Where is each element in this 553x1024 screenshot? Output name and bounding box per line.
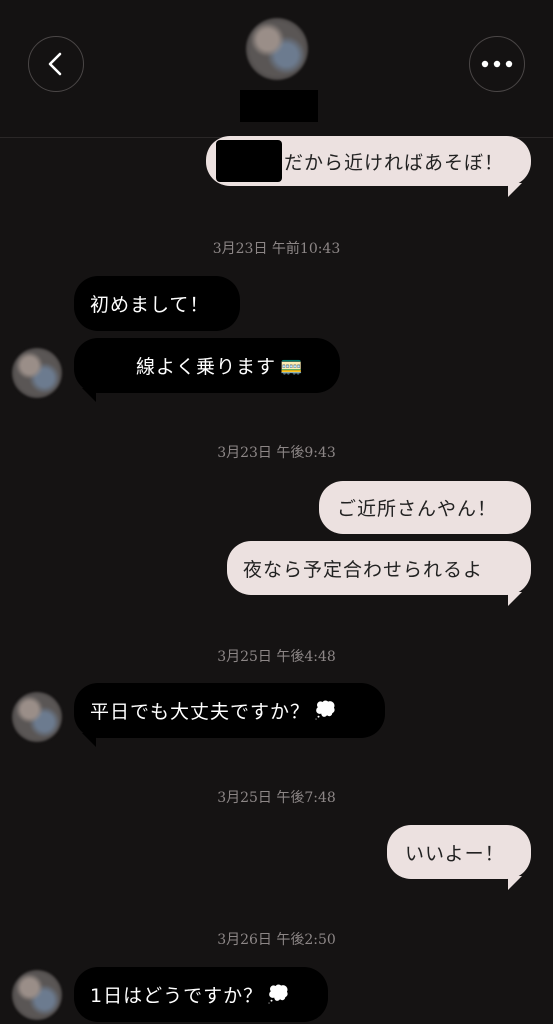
thought-bubble-icon: 💭	[267, 984, 291, 1005]
chat-header	[0, 0, 553, 138]
message-text: 夜なら予定合わせられるよ	[243, 558, 484, 581]
timestamp: 3月25日 午後7:48	[217, 790, 336, 806]
message-text: 平日でも大丈夫ですか？	[90, 701, 311, 723]
thought-bubble-icon: 💭	[314, 700, 338, 721]
outgoing-message[interactable]: だから近ければあそぼ！	[206, 136, 531, 186]
train-icon: 🚃	[280, 355, 304, 376]
incoming-message[interactable]: 平日でも大丈夫ですか？ 💭	[74, 683, 385, 738]
message-text: ご近所さんやん！	[337, 498, 498, 520]
message-text: 1日はどうですか？	[90, 985, 264, 1007]
contact-name-redacted	[240, 90, 318, 122]
redacted-text	[216, 140, 282, 182]
bubble-tail	[82, 733, 96, 747]
bubble-tail	[82, 388, 96, 402]
timestamp: 3月23日 午後9:43	[217, 445, 336, 461]
message-text: だから近ければあそぼ！	[284, 151, 505, 174]
incoming-message[interactable]: 初めまして！	[74, 276, 240, 331]
incoming-message[interactable]: 線よく乗ります 🚃	[74, 338, 340, 393]
contact-avatar[interactable]	[246, 18, 308, 80]
outgoing-message[interactable]: 夜なら予定合わせられるよ	[227, 541, 531, 595]
timestamp: 3月23日 午前10:43	[212, 241, 341, 257]
sender-avatar[interactable]	[12, 692, 62, 742]
bubble-tail	[508, 876, 522, 890]
outgoing-message[interactable]: いいよー！	[387, 825, 531, 879]
sender-avatar[interactable]	[12, 970, 62, 1020]
timestamp: 3月25日 午後4:48	[217, 649, 336, 665]
more-dots-icon	[481, 60, 513, 68]
message-text: いいよー！	[405, 842, 505, 865]
outgoing-message[interactable]: ご近所さんやん！	[319, 481, 531, 534]
timestamp: 3月26日 午後2:50	[217, 932, 336, 948]
chevron-left-icon	[48, 52, 62, 76]
more-options-button[interactable]	[469, 36, 525, 92]
back-button[interactable]	[28, 36, 84, 92]
bubble-tail	[508, 183, 522, 197]
incoming-message[interactable]: 1日はどうですか？ 💭	[74, 967, 328, 1022]
bubble-tail	[508, 592, 522, 606]
message-text: 線よく乗ります	[136, 356, 277, 378]
sender-avatar[interactable]	[12, 348, 62, 398]
message-text: 初めまして！	[90, 294, 210, 316]
